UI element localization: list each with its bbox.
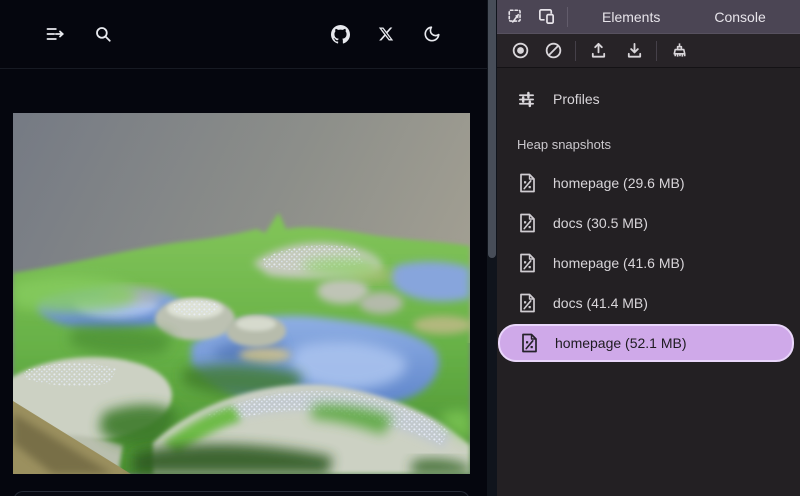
heap-file-icon (519, 253, 536, 273)
collect-garbage-icon[interactable] (664, 37, 694, 65)
devtools-panel: Elements Console (497, 0, 800, 496)
header-right (323, 17, 449, 51)
terrain-canvas[interactable] (13, 113, 470, 474)
heap-snapshot-item[interactable]: docs (41.4 MB) (497, 283, 800, 323)
screen: Elements Console (0, 0, 800, 496)
inspect-element-icon[interactable] (501, 3, 531, 31)
load-profile-icon[interactable] (583, 37, 613, 65)
header-left (38, 17, 120, 51)
theme-moon-icon[interactable] (415, 17, 449, 51)
github-icon[interactable] (323, 17, 357, 51)
devtools-content: Profiles Heap snapshots homepage (29.6 M… (497, 69, 800, 496)
heap-snapshot-item[interactable]: homepage (29.6 MB) (497, 163, 800, 203)
record-icon[interactable] (505, 37, 535, 65)
heap-snapshot-item[interactable]: homepage (52.1 MB) (498, 324, 794, 362)
sidebar-toggle-icon[interactable] (38, 17, 72, 51)
terrain-render (13, 113, 470, 474)
tabbar-separator (567, 7, 568, 27)
heap-file-icon (519, 173, 536, 193)
sliders-icon (517, 90, 536, 109)
heap-snapshot-label: homepage (29.6 MB) (553, 175, 685, 191)
scrollbar-thumb[interactable] (488, 0, 496, 258)
devtools-tabbar: Elements Console (497, 0, 800, 33)
clear-icon[interactable] (538, 37, 568, 65)
heap-file-icon (519, 213, 536, 233)
heap-file-icon (521, 333, 538, 353)
heap-snapshot-label: docs (30.5 MB) (553, 215, 648, 231)
page-scrollbar[interactable] (487, 0, 497, 496)
heap-snapshot-label: docs (41.4 MB) (553, 295, 648, 311)
below-fold-card (13, 491, 470, 496)
header-divider (0, 68, 487, 69)
heap-snapshot-item[interactable]: docs (30.5 MB) (497, 203, 800, 243)
toolbar-separator-2 (656, 41, 657, 61)
heap-snapshot-label: homepage (41.6 MB) (553, 255, 685, 271)
tab-console[interactable]: Console (704, 0, 775, 33)
heap-snapshot-label: homepage (52.1 MB) (555, 335, 687, 351)
save-profile-icon[interactable] (619, 37, 649, 65)
toolbar-separator (575, 41, 576, 61)
heap-file-icon (519, 293, 536, 313)
x-twitter-icon[interactable] (369, 17, 403, 51)
tab-elements[interactable]: Elements (592, 0, 670, 33)
toggle-device-toolbar-icon[interactable] (531, 3, 561, 31)
web-page (0, 0, 487, 496)
heap-snapshot-list: homepage (29.6 MB) docs (30.5 MB) (497, 163, 800, 362)
heap-snapshot-item[interactable]: homepage (41.6 MB) (497, 243, 800, 283)
heap-snapshots-title: Heap snapshots (497, 137, 800, 152)
devtools-toolbar (497, 33, 800, 68)
profiles-label: Profiles (553, 91, 600, 107)
site-header (0, 0, 487, 68)
profiles-row[interactable]: Profiles (497, 81, 800, 117)
search-icon[interactable] (86, 17, 120, 51)
